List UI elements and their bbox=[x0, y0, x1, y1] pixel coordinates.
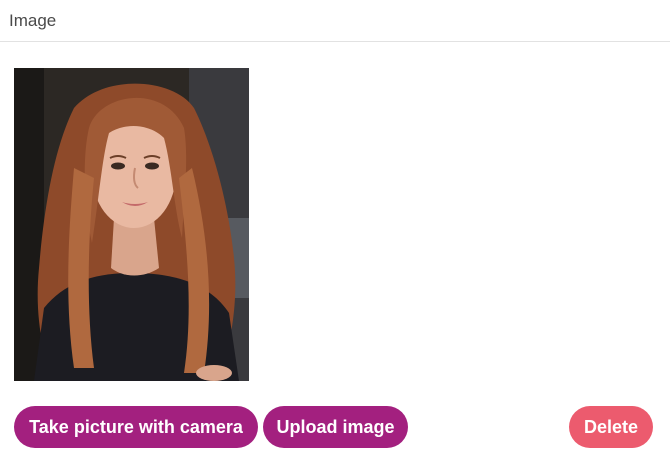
image-panel: Image Take picture with camera Upload im… bbox=[0, 0, 670, 461]
panel-header: Image bbox=[0, 0, 670, 42]
delete-button[interactable]: Delete bbox=[569, 406, 653, 448]
profile-photo bbox=[14, 68, 249, 381]
panel-title: Image bbox=[9, 11, 57, 30]
upload-image-button[interactable]: Upload image bbox=[263, 406, 408, 448]
portrait-illustration bbox=[14, 68, 249, 381]
take-picture-button[interactable]: Take picture with camera bbox=[14, 406, 258, 448]
